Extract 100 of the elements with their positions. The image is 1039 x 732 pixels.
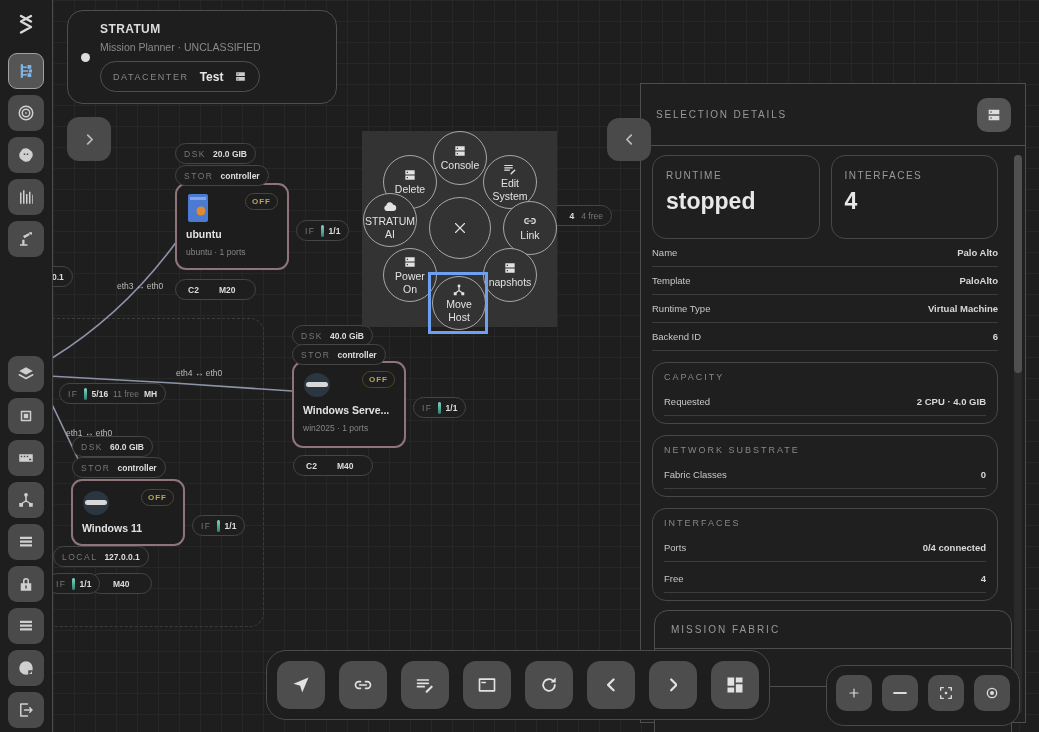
document-icon [186, 193, 210, 223]
zoom-button[interactable] [836, 675, 872, 711]
sidebar-item[interactable] [8, 482, 44, 518]
disk-icon [303, 371, 331, 399]
zoom-button[interactable] [882, 675, 918, 711]
chip-label: STOR [81, 462, 111, 473]
sidebar-item[interactable] [8, 566, 44, 602]
level-indicator-icon [320, 224, 324, 237]
chip-value: 1/1 [445, 402, 458, 413]
status-dot [81, 52, 90, 62]
chip-label: STOR [184, 170, 214, 181]
server-icon [403, 168, 417, 183]
sidebar-item[interactable] [8, 524, 44, 560]
chip-value: 4 [569, 210, 575, 221]
node-name: ubuntu [186, 228, 223, 240]
panel-title: SELECTION DETAILS [656, 109, 787, 120]
sidebar-item[interactable] [8, 221, 44, 257]
chip-value: 1/1 [328, 225, 341, 236]
chip-note: 11 free [113, 388, 139, 399]
toolbar-button[interactable] [339, 661, 387, 709]
field-label: Template [652, 275, 691, 286]
sidebar-item[interactable] [8, 53, 44, 89]
menu-item[interactable]: napshots [483, 248, 537, 302]
host-node[interactable]: OFF Windows 11 [71, 479, 185, 546]
sidebar-item[interactable] [8, 356, 44, 392]
datacenter-label: DATACENTER [113, 71, 189, 82]
mission-title: STRATUM [100, 22, 162, 36]
menu-item[interactable]: Link [503, 201, 557, 255]
panel-title: MISSION FABRIC [655, 611, 1011, 649]
close-button[interactable] [429, 197, 491, 259]
navigate-icon [291, 675, 311, 695]
chip-value: 1/1 [224, 520, 237, 531]
menu-item[interactable]: STRATUM AI [363, 193, 417, 247]
field-label: Name [652, 247, 678, 258]
sidebar-item[interactable] [8, 95, 44, 131]
zoom-button[interactable] [928, 675, 964, 711]
menu-item[interactable]: Edit System [483, 155, 537, 209]
sidebar-item[interactable] [8, 179, 44, 215]
toolbar-button[interactable] [277, 661, 325, 709]
server-button[interactable] [977, 97, 1011, 132]
chip-label: DSK [301, 330, 323, 341]
field-label: Fabric Classes [664, 469, 727, 480]
mission-subtitle: Mission Planner · UNCLASSIFIED [100, 41, 261, 53]
edge-label: eth3 ↔ eth0 [117, 281, 164, 291]
chip-value: 1/1 [79, 578, 92, 589]
toolbar-button[interactable] [525, 661, 573, 709]
host-node[interactable]: OFF ubuntu ubuntu · 1 ports [175, 183, 289, 270]
node-subtitle: win2025 · 1 ports [303, 423, 370, 433]
field-value: 4 [980, 573, 986, 584]
server-icon [503, 261, 517, 276]
sidebar-item[interactable] [8, 608, 44, 644]
zoom-button[interactable] [974, 675, 1010, 711]
window-icon [477, 675, 497, 695]
toolbar-button[interactable] [463, 661, 511, 709]
chip-label: IF [68, 388, 79, 399]
host-node[interactable]: OFF Windows Serve... win2025 · 1 ports [292, 361, 406, 448]
toolbar-button[interactable] [401, 661, 449, 709]
menu-item[interactable]: Power On [383, 248, 437, 302]
fit-view-icon [938, 685, 954, 701]
chip-label: IF [201, 520, 212, 531]
chip-value: C2 [188, 284, 199, 295]
chip-label: STOR [301, 349, 331, 360]
section-title: INTERFACES [664, 518, 742, 530]
target-icon [984, 685, 1000, 701]
edge-label: eth1 ↔ eth0 [66, 428, 113, 438]
sidebar-item[interactable] [8, 137, 44, 173]
toolbar-button[interactable] [711, 661, 759, 709]
chip-value: 60.0 GIB [110, 441, 144, 452]
sidebar-item[interactable] [8, 650, 44, 686]
chevron-right-icon [668, 678, 678, 692]
chevron-left-icon [606, 678, 616, 692]
menu-item[interactable]: Move Host [432, 276, 486, 330]
chip-value: M40 [336, 460, 354, 471]
bar-chart-icon [17, 188, 35, 206]
stat-label: RUNTIME [666, 170, 724, 181]
chip-value: controller [117, 462, 157, 473]
field-label: Requested [664, 396, 710, 407]
sidebar-item[interactable] [8, 440, 44, 476]
chip-value: MH [143, 388, 158, 399]
chip-value: 127.0.0.1 [104, 551, 140, 562]
chip-value: M40 [113, 578, 130, 589]
radar-icon [17, 104, 35, 122]
chevron-left-icon [625, 134, 633, 145]
node-name: Windows 11 [82, 522, 143, 534]
sidebar-item[interactable] [8, 692, 44, 728]
level-indicator-icon [437, 401, 441, 414]
field-value: 2 CPU · 4.0 GIB [916, 396, 986, 407]
sidebar-item[interactable] [8, 398, 44, 434]
chip-value: 5/16 [91, 388, 109, 399]
chip-label: LOCAL [62, 551, 98, 562]
chip-note: 4 free [581, 210, 603, 221]
section-title: NETWORK SUBSTRATE [664, 445, 801, 457]
edge-label: eth4 ↔ eth0 [176, 368, 223, 378]
field-value: Virtual Machine [927, 303, 998, 314]
server-icon [403, 254, 417, 269]
menu-item[interactable]: Console [433, 131, 487, 185]
chip-value: 40.0 GiB [330, 330, 364, 341]
chevron-right-icon [85, 133, 93, 145]
node-name: Windows Serve... [303, 404, 391, 416]
scrollbar[interactable] [1014, 155, 1022, 714]
